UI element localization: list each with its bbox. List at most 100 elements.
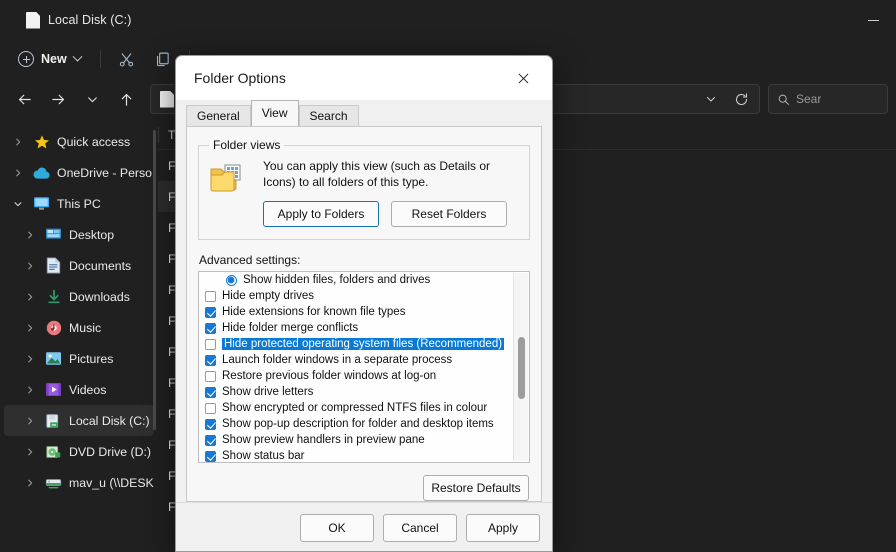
reset-folders-button[interactable]: Reset Folders	[391, 201, 507, 228]
checkbox[interactable]	[205, 290, 216, 302]
chevron-right-icon[interactable]	[10, 137, 26, 147]
view-tab-panel: Folder views You can apply this view (su…	[186, 126, 542, 503]
cancel-button[interactable]: Cancel	[383, 513, 457, 542]
checkbox[interactable]	[205, 322, 216, 334]
sidebar-item-mav-u-desk[interactable]: mav_u (\\DESK	[4, 467, 154, 498]
list-item[interactable]: Show pop-up description for folder and d…	[199, 416, 529, 432]
tab-general[interactable]: General	[186, 105, 251, 127]
list-item[interactable]: Restore previous folder windows at log-o…	[199, 368, 529, 384]
sidebar-item-videos[interactable]: Videos	[4, 374, 154, 405]
recent-locations-button[interactable]	[76, 84, 108, 114]
tab-search[interactable]: Search	[298, 105, 359, 127]
chevron-down-icon[interactable]	[10, 199, 26, 209]
cut-button[interactable]	[110, 44, 144, 74]
copy-icon	[157, 52, 169, 66]
list-item[interactable]: Hide empty drives	[199, 288, 529, 304]
back-button[interactable]	[8, 84, 40, 114]
sidebar-item-pictures[interactable]: Pictures	[4, 343, 154, 374]
address-dropdown-button[interactable]	[697, 86, 725, 112]
checkbox[interactable]	[205, 370, 216, 382]
up-button[interactable]	[110, 84, 142, 114]
list-item[interactable]: Show status bar	[199, 448, 529, 462]
list-item-label: Show drive letters	[222, 386, 314, 399]
list-item[interactable]: Show preview handlers in preview pane	[199, 432, 529, 448]
search-placeholder: Sear	[796, 92, 822, 106]
pictures-icon	[45, 350, 62, 367]
dialog-body: General View Search Folder views You can…	[176, 100, 552, 503]
sidebar-item-label: Documents	[69, 258, 132, 273]
chevron-right-icon[interactable]	[22, 261, 38, 271]
sidebar-item-music[interactable]: Music	[4, 312, 154, 343]
restore-defaults-button[interactable]: Restore Defaults	[423, 475, 529, 502]
folder-views-legend: Folder views	[213, 138, 281, 152]
checkbox[interactable]	[205, 338, 216, 350]
list-item-label: Show preview handlers in preview pane	[222, 434, 425, 447]
network-drive-icon	[45, 474, 62, 491]
checkbox[interactable]	[205, 306, 216, 318]
list-item[interactable]: Show drive letters	[199, 384, 529, 400]
minimize-button[interactable]	[850, 0, 896, 40]
scrollbar-thumb[interactable]	[518, 337, 525, 400]
list-item[interactable]: Hide protected operating system files (R…	[199, 336, 529, 352]
list-item-label: Hide protected operating system files (R…	[222, 338, 505, 351]
checkbox[interactable]	[205, 434, 216, 446]
cloud-icon	[33, 164, 50, 181]
chevron-right-icon[interactable]	[22, 292, 38, 302]
chevron-right-icon[interactable]	[22, 416, 38, 426]
checkbox[interactable]	[205, 386, 216, 398]
checkbox[interactable]	[205, 450, 216, 462]
tab-view[interactable]: View	[250, 100, 299, 126]
sidebar-item-documents[interactable]: Documents	[4, 250, 154, 281]
list-item-label: Hide empty drives	[222, 290, 315, 303]
sidebar-item-local-disk-c[interactable]: Local Disk (C:)	[4, 405, 154, 436]
chevron-right-icon[interactable]	[22, 447, 38, 457]
monitor-icon	[33, 195, 50, 212]
sidebar-item-desktop[interactable]: Desktop	[4, 219, 154, 250]
forward-button[interactable]	[42, 84, 74, 114]
toolbar-divider	[99, 50, 101, 68]
sidebar-item-this-pc[interactable]: This PC	[4, 188, 154, 219]
advanced-list-scrollbar[interactable]	[513, 273, 528, 462]
new-button[interactable]: New	[8, 44, 91, 74]
list-item[interactable]: Hide folder merge conflicts	[199, 320, 529, 336]
list-item[interactable]: Show hidden files, folders and drives	[199, 272, 529, 288]
sidebar-item-label: OneDrive - Perso	[57, 165, 152, 180]
apply-to-folders-button[interactable]: Apply to Folders	[263, 201, 379, 228]
list-item-label: Hide extensions for known file types	[222, 306, 406, 319]
checkbox[interactable]	[205, 402, 216, 414]
checkbox[interactable]	[205, 354, 216, 366]
chevron-right-icon[interactable]	[22, 230, 38, 240]
checkbox[interactable]	[205, 418, 216, 430]
downloads-icon	[45, 288, 62, 305]
music-icon	[45, 319, 62, 336]
dvd-icon	[45, 443, 62, 460]
refresh-button[interactable]	[727, 86, 755, 112]
chevron-right-icon[interactable]	[22, 354, 38, 364]
chevron-right-icon[interactable]	[22, 323, 38, 333]
sidebar-scrollbar[interactable]	[153, 130, 156, 430]
ok-button[interactable]: OK	[300, 513, 374, 542]
chevron-right-icon[interactable]	[22, 478, 38, 488]
sidebar-item-downloads[interactable]: Downloads	[4, 281, 154, 312]
arrow-right-icon	[51, 94, 64, 104]
sidebar-item-quick-access[interactable]: Quick access	[4, 126, 154, 157]
chevron-right-icon[interactable]	[10, 168, 26, 178]
apply-button[interactable]: Apply	[466, 513, 540, 542]
search-input[interactable]: Sear	[768, 84, 888, 114]
chevron-down-icon	[707, 97, 715, 102]
sidebar-item-label: DVD Drive (D:) (	[69, 444, 154, 459]
dialog-footer: OK Cancel Apply	[176, 502, 552, 551]
chevron-right-icon[interactable]	[22, 385, 38, 395]
folder-with-grid-icon	[210, 164, 241, 192]
radio-button[interactable]	[226, 274, 237, 286]
list-item[interactable]: Launch folder windows in a separate proc…	[199, 352, 529, 368]
advanced-settings-list[interactable]: Show hidden files, folders and drives Hid…	[198, 271, 530, 464]
sidebar-item-onedrive-perso[interactable]: OneDrive - Perso	[4, 157, 154, 188]
list-item[interactable]: Hide extensions for known file types	[199, 304, 529, 320]
close-button[interactable]	[506, 63, 540, 93]
list-item[interactable]: Show encrypted or compressed NTFS files …	[199, 400, 529, 416]
refresh-icon	[735, 92, 747, 105]
sidebar-item-dvd-drive-d[interactable]: DVD Drive (D:) (	[4, 436, 154, 467]
sidebar-item-label: Local Disk (C:)	[69, 413, 150, 428]
explorer-tab[interactable]: Local Disk (C:)	[14, 4, 143, 36]
